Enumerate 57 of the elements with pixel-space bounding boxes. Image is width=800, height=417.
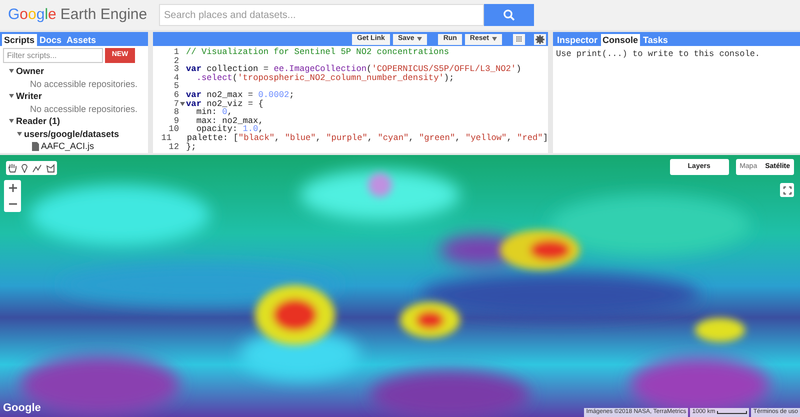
search-field[interactable]: Search places and datasets... [159, 4, 484, 26]
console-message: Use print(...) to write to this console. [555, 48, 762, 61]
folder-label[interactable]: Writer [16, 90, 42, 102]
panel-tab[interactable]: Console [600, 34, 640, 46]
code-line: // Visualization for Sentinel 5P NO2 concentrations [186, 48, 450, 57]
expand-caret-icon[interactable] [8, 119, 14, 124]
expand-caret-icon[interactable] [16, 132, 22, 136]
grid-icon[interactable] [513, 34, 525, 44]
plus-icon [8, 184, 16, 192]
hand-icon[interactable] [8, 163, 17, 173]
settings-icon[interactable] [534, 34, 546, 44]
map-logo: Google [3, 400, 41, 416]
code-line: min: 0, [195, 108, 232, 117]
code-line: var no2_viz = { [186, 100, 264, 108]
empty-message: No accessible repositories. [29, 102, 139, 115]
code-editor[interactable] [153, 32, 548, 153]
expand-caret-icon[interactable] [8, 94, 14, 98]
code-line: .select('tropospheric_NO2_column_number_density'); [195, 74, 454, 82]
code-line: max: no2_max, [195, 116, 264, 126]
line-number: 4 [172, 74, 179, 82]
caret-icon[interactable] [492, 37, 497, 41]
line-number: 12 [168, 142, 179, 152]
file-icon [32, 142, 39, 151]
line-number: 8 [172, 108, 179, 117]
line-number: 11 [160, 134, 172, 143]
script-file[interactable]: AAFC_ACI.js [41, 140, 94, 152]
pin-icon[interactable] [21, 163, 28, 173]
code-line: }; [186, 142, 196, 152]
code-line: palette: ["black", "blue", "purple", "cyan", "green", "yellow", "red"] [186, 134, 548, 143]
filter-field[interactable]: Filter scripts... [3, 48, 103, 63]
fullscreen-button[interactable] [780, 183, 794, 197]
logo-product-name: Earth Engine [60, 6, 148, 24]
expand-caret-icon[interactable] [8, 69, 14, 74]
fold-caret-icon[interactable] [180, 102, 185, 106]
line-icon[interactable] [32, 164, 42, 172]
code-line: opacity: 1.0, [196, 125, 264, 134]
panel-tab[interactable]: Scripts [2, 34, 37, 46]
empty-message: No accessible repositories. [29, 78, 139, 90]
folder-label[interactable]: Owner [16, 65, 44, 78]
line-number: 2 [172, 56, 179, 66]
caret-icon[interactable] [417, 37, 422, 41]
logo-wordmark: Google [8, 6, 56, 24]
code-line: var collection = ee.ImageCollection('COPERNICUS/S5P/OFFL/L3_NO2') [186, 65, 522, 74]
folder-label[interactable]: users/google/datasets [24, 128, 120, 140]
line-number: 1 [172, 48, 179, 57]
search-button[interactable] [484, 4, 534, 26]
line-number: 9 [174, 116, 179, 126]
folder-label[interactable]: Reader (1) [16, 115, 60, 128]
search-icon [503, 9, 515, 21]
line-number: 5 [172, 82, 179, 91]
line-number: 7 [172, 100, 179, 108]
line-number: 10 [168, 125, 179, 134]
line-number: 6 [172, 90, 179, 100]
fullscreen-icon [782, 186, 792, 194]
polygon-icon[interactable] [46, 164, 55, 172]
code-line: var no2_max = 0.0002; [186, 90, 294, 100]
line-number: 3 [172, 65, 179, 74]
